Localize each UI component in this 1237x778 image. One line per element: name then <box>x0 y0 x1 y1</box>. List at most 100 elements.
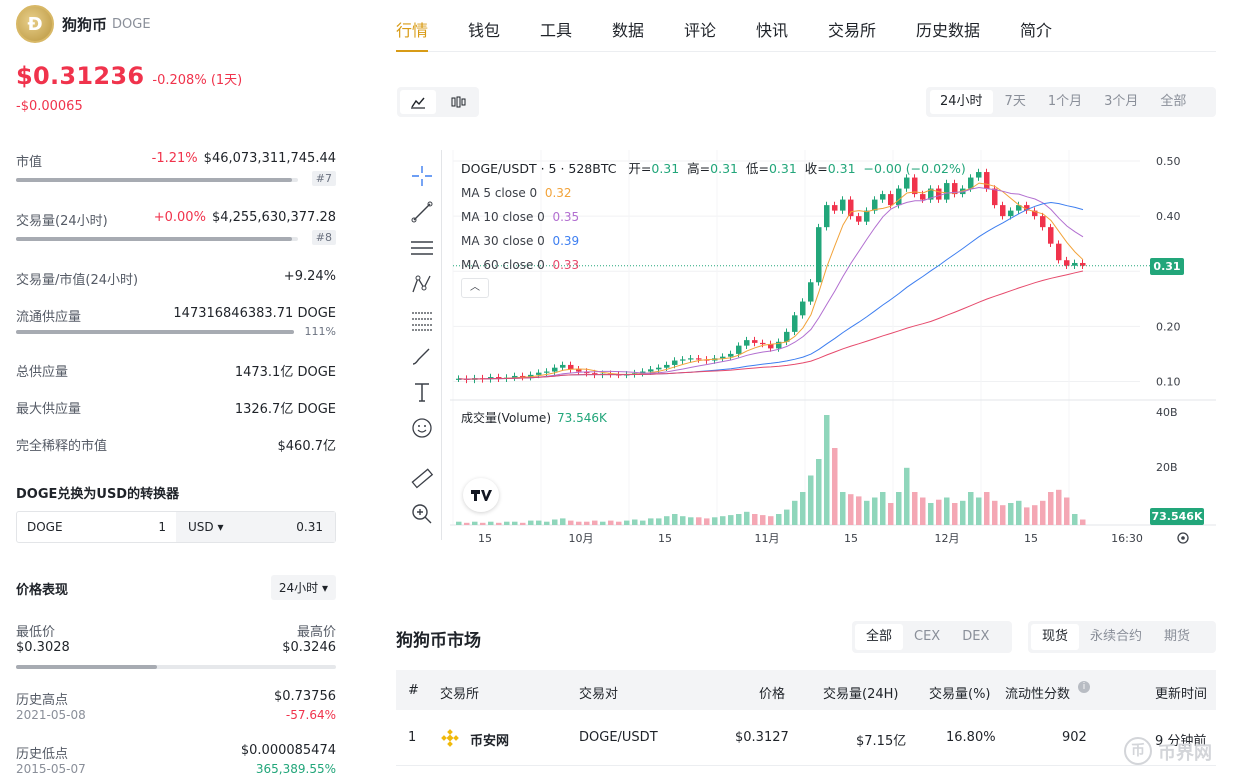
performance-period-select[interactable]: 24小时 ▾ <box>270 575 336 600</box>
volume-bar <box>1080 519 1086 525</box>
volume-bar <box>1040 500 1046 525</box>
volume-bar <box>968 492 974 525</box>
volume-bar <box>936 499 942 525</box>
filter-perpetual[interactable]: 永续合约 <box>1079 624 1153 650</box>
stat-value: 1473.1亿 DOGE <box>234 365 336 380</box>
row-price: $0.3127 <box>735 730 789 745</box>
ma10-legend: MA 10 close 0 0.35 <box>461 208 966 232</box>
circulating-percent: 111% <box>304 325 336 338</box>
volume-bar <box>1024 507 1030 525</box>
tradingview-logo[interactable] <box>463 478 499 512</box>
volume-tick-label: 20B <box>1156 461 1178 474</box>
converter-from-amount[interactable]: 1 <box>158 520 166 534</box>
ruler-tool[interactable] <box>408 464 436 492</box>
open-label: 开= <box>628 161 652 176</box>
candle <box>808 282 814 302</box>
volume-bar <box>816 459 822 525</box>
fibonacci-icon <box>412 312 432 331</box>
converter-from-field[interactable]: DOGE 1 <box>17 512 176 542</box>
range-3m[interactable]: 3个月 <box>1094 90 1148 114</box>
horizontal-lines-tool[interactable] <box>408 234 436 262</box>
ma10-value: 0.35 <box>552 210 580 224</box>
stat-label: 总供应量 <box>16 365 69 380</box>
fib-tool[interactable] <box>408 306 436 334</box>
table-row[interactable]: 1 币安网 DOGE/USDT $0.3127 $7.15亿 16.80% 90… <box>396 710 1216 766</box>
brush-tool[interactable] <box>408 342 436 370</box>
volume-bar <box>952 503 958 525</box>
candlestick-button[interactable] <box>440 90 476 114</box>
tab-news[interactable]: 快讯 <box>756 17 788 41</box>
range-7d[interactable]: 7天 <box>995 90 1036 114</box>
tab-intro[interactable]: 简介 <box>1020 17 1052 41</box>
pattern-tool[interactable] <box>408 270 436 298</box>
chevron-up-icon: ︿ <box>470 282 480 293</box>
line-chart-button[interactable] <box>400 90 436 114</box>
tab-tools[interactable]: 工具 <box>540 17 572 41</box>
stat-label: 交易量/市值(24小时) <box>16 273 139 288</box>
last-volume-tag: 73.546K <box>1150 508 1204 525</box>
pattern-icon <box>412 275 431 293</box>
col-liquidity[interactable]: 流动性分数 <box>1005 683 1070 702</box>
zoom-tool[interactable] <box>408 500 436 528</box>
filter-futures[interactable]: 期货 <box>1153 624 1201 650</box>
atl-value: $0.000085474 <box>240 743 336 758</box>
volume-bar <box>856 496 862 525</box>
converter-currency-select[interactable]: USD ▾ <box>188 520 223 534</box>
volume-bar <box>912 492 918 525</box>
market-section-title: 狗狗币市场 <box>396 631 481 651</box>
market-cap-rank-badge: #7 <box>311 171 336 186</box>
candle <box>1000 205 1006 217</box>
filter-spot[interactable]: 现货 <box>1031 624 1080 650</box>
col-updated[interactable]: 更新时间 <box>1155 683 1207 702</box>
row-volume: $7.15亿 <box>856 734 907 749</box>
text-tool[interactable] <box>408 378 436 406</box>
range-24h[interactable]: 24小时 <box>930 90 993 114</box>
range-all[interactable]: 全部 <box>1150 90 1196 114</box>
y-tick-label: 0.10 <box>1156 375 1181 388</box>
trend-line-tool[interactable] <box>408 198 436 226</box>
col-exchange[interactable]: 交易所 <box>440 683 479 702</box>
emoji-tool[interactable] <box>408 414 436 442</box>
tab-comments[interactable]: 评论 <box>684 17 716 41</box>
filter-all[interactable]: 全部 <box>855 624 904 650</box>
change-value: −0.00 (−0.02%) <box>863 161 966 176</box>
volume-bar <box>944 497 950 525</box>
volume-bar-fill <box>16 237 293 241</box>
low-value: $0.3028 <box>16 640 70 655</box>
filter-cex[interactable]: CEX <box>903 624 951 650</box>
crosshair-tool[interactable] <box>408 162 436 190</box>
volume-bar <box>760 515 766 525</box>
legend-collapse-button[interactable]: ︿ <box>461 278 489 298</box>
filter-dex[interactable]: DEX <box>951 624 1000 650</box>
tab-history[interactable]: 历史数据 <box>916 17 980 41</box>
current-price: $0.31236 <box>16 62 145 90</box>
volume-bar <box>608 520 614 525</box>
stat-value: +9.24% <box>283 269 336 284</box>
range-1m[interactable]: 1个月 <box>1038 90 1092 114</box>
info-icon[interactable]: i <box>1078 681 1090 693</box>
volume-bar <box>1064 497 1070 525</box>
col-pair[interactable]: 交易对 <box>579 683 618 702</box>
tab-exchanges[interactable]: 交易所 <box>828 17 876 41</box>
row-exchange[interactable]: 币安网 <box>470 730 509 749</box>
col-volume[interactable]: 交易量(24H) <box>823 683 898 702</box>
volume-bar <box>1048 492 1054 525</box>
horizontal-lines-icon <box>411 241 433 255</box>
volume-bar <box>840 492 846 525</box>
stat-value: +0.00% $4,255,630,377.28 <box>154 210 336 225</box>
tab-wallet[interactable]: 钱包 <box>468 17 500 41</box>
converter-to-field[interactable]: USD ▾ 0.31 <box>175 512 335 542</box>
range-bar <box>16 665 336 669</box>
tab-market[interactable]: 行情 <box>396 17 429 52</box>
tab-data[interactable]: 数据 <box>612 17 644 41</box>
volume-bar <box>480 522 486 525</box>
volume-bar <box>800 492 806 525</box>
converter-from-symbol: DOGE <box>27 520 63 534</box>
volume-bar <box>880 492 886 525</box>
row-pair[interactable]: DOGE/USDT <box>579 730 658 745</box>
col-volume-pct[interactable]: 交易量(%) <box>929 683 991 702</box>
main-tabs: 行情 钱包 工具 数据 评论 快讯 交易所 历史数据 简介 <box>396 0 1216 52</box>
stat-label: 最大供应量 <box>16 402 82 417</box>
col-price[interactable]: 价格 <box>759 683 785 702</box>
volume-bar <box>672 514 678 525</box>
